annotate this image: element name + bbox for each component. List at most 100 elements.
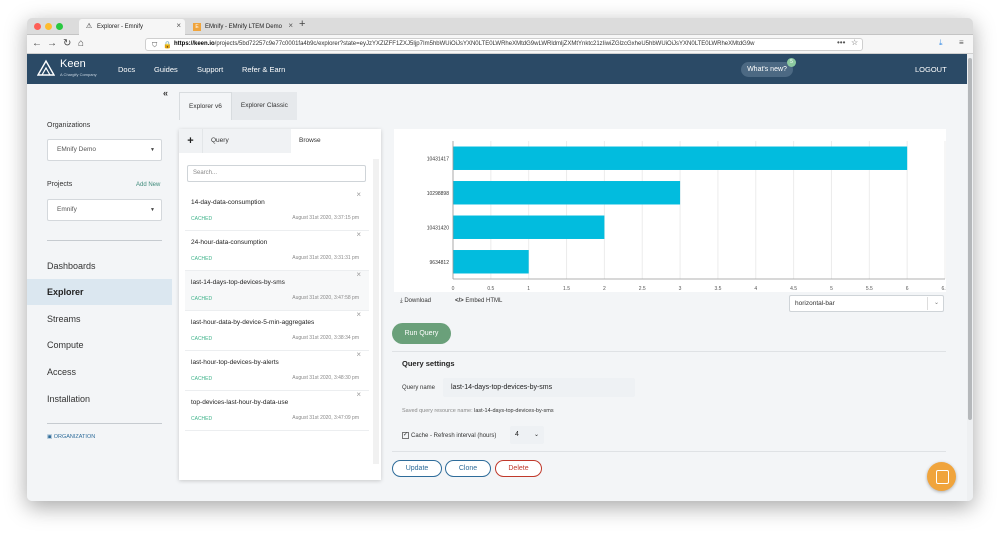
tab-explorer-v6[interactable]: Explorer v6 — [179, 92, 232, 120]
chevron-down-icon: ⌄ — [533, 432, 539, 438]
back-arrow-icon[interactable]: ← — [32, 38, 42, 50]
horizontal-bar-chart: 00.511.522.533.544.555.566.5104314171029… — [427, 141, 949, 292]
whats-new-button[interactable]: What's new? — [741, 62, 793, 77]
minimize-window-button[interactable] — [45, 23, 52, 30]
sidebar-divider — [47, 423, 162, 424]
chart-area: 00.511.522.533.544.555.566.5104314171029… — [394, 129, 949, 292]
query-name: 24-hour-data-consumption — [191, 239, 268, 246]
home-icon[interactable]: ⌂ — [78, 38, 84, 50]
query-name-input[interactable]: last-14-days-top-devices-by-sms — [443, 378, 635, 397]
list-scrollbar[interactable] — [373, 159, 379, 464]
tab-query[interactable]: Query — [203, 129, 291, 153]
run-query-button[interactable]: Run Query — [392, 323, 451, 344]
sidebar-item-streams[interactable]: Streams — [27, 306, 172, 332]
scrollbar-thumb[interactable] — [968, 58, 972, 420]
query-name: last-14-days-top-devices-by-sms — [191, 279, 285, 286]
browser-tab-explorer[interactable]: ⚠ Explorer - Emnify × — [79, 19, 185, 35]
url-host: https://keen.io — [174, 41, 215, 47]
url-field[interactable]: ⛉ 🔒 https://keen.io/projects/5bd72257c9e… — [145, 38, 863, 51]
page-scrollbar[interactable] — [967, 54, 973, 501]
list-item[interactable]: 24-hour-data-consumption CACHED August 31s… — [185, 230, 369, 271]
nav-support[interactable]: Support — [197, 65, 223, 74]
sidebar-item-explorer[interactable]: Explorer — [27, 279, 172, 305]
close-icon[interactable]: × — [356, 270, 361, 279]
sidebar: « Organizations EMnify Demo ▼ Projects A… — [27, 84, 172, 501]
select-separator — [927, 297, 928, 310]
chart-toolbar: ⤓ Download </> Embed HTML horizontal-bar… — [394, 292, 946, 314]
download-icon[interactable]: ⤓ — [939, 38, 943, 48]
add-new-project-link[interactable]: Add New — [136, 182, 160, 188]
close-icon[interactable]: × — [356, 390, 361, 399]
cache-option[interactable]: ✓ Cache - Refresh interval (hours) — [402, 432, 496, 439]
list-item[interactable]: top-devices-last-hour-by-data-use CACHED A… — [185, 390, 369, 431]
bar — [453, 215, 605, 239]
maximize-window-button[interactable] — [56, 23, 63, 30]
list-item[interactable]: last-14-days-top-devices-by-sms CACHED Aug… — [185, 270, 369, 311]
clone-button[interactable]: Clone — [445, 460, 491, 477]
cached-badge: CACHED — [191, 216, 213, 222]
tab-browse[interactable]: Browse — [291, 129, 379, 153]
query-name: last-hour-data-by-device-5-min-aggregate… — [191, 319, 315, 326]
sidebar-item-dashboards[interactable]: Dashboards — [27, 253, 172, 279]
browser-toolbar: ← → ↻ ⌂ ⛉ 🔒 https://keen.io/projects/5bd… — [27, 35, 973, 54]
query-settings-title: Query settings — [402, 359, 455, 368]
project-select[interactable]: Emnify ▼ — [47, 199, 162, 221]
section-divider — [392, 451, 946, 452]
query-date: August 31st 2020, 3:47:58 pm — [292, 295, 359, 301]
organization-value: EMnify Demo — [57, 146, 97, 153]
download-button[interactable]: ⤓ Download — [400, 298, 431, 305]
browser-tab-bar: ⚠ Explorer - Emnify × E EMnify - EMnify … — [27, 18, 973, 35]
close-icon[interactable]: × — [356, 350, 361, 359]
more-options-icon[interactable]: ••• — [837, 38, 845, 47]
close-tab-icon[interactable]: × — [288, 21, 293, 30]
nav-guides[interactable]: Guides — [154, 65, 178, 74]
y-tick-label: 9634812 — [430, 260, 450, 266]
chat-support-button[interactable] — [927, 462, 956, 491]
sidebar-divider — [47, 240, 162, 241]
nav-docs[interactable]: Docs — [118, 65, 135, 74]
code-icon: </> — [455, 298, 466, 304]
sidebar-item-access[interactable]: Access — [27, 359, 172, 385]
refresh-interval-select[interactable]: 4 ⌄ — [510, 426, 544, 444]
cache-checkbox[interactable]: ✓ — [402, 432, 409, 439]
embed-label: Embed HTML — [465, 298, 503, 304]
delete-button[interactable]: Delete — [495, 460, 542, 477]
search-input[interactable]: Search... — [187, 165, 366, 182]
new-tab-button[interactable]: + — [299, 18, 305, 30]
brand-subtitle: A Chargify Company — [60, 72, 97, 77]
tab-explorer-classic[interactable]: Explorer Classic — [231, 92, 297, 120]
menu-icon[interactable]: ≡ — [959, 38, 964, 47]
close-tab-icon[interactable]: × — [176, 21, 181, 30]
reload-icon[interactable]: ↻ — [63, 38, 71, 50]
close-window-button[interactable] — [34, 23, 41, 30]
section-divider — [392, 351, 946, 352]
nav-refer-earn[interactable]: Refer & Earn — [242, 65, 285, 74]
sidebar-item-installation[interactable]: Installation — [27, 386, 172, 412]
close-icon[interactable]: × — [356, 230, 361, 239]
embed-html-button[interactable]: </> Embed HTML — [455, 298, 502, 304]
sidebar-item-compute[interactable]: Compute — [27, 332, 172, 358]
query-date: August 31st 2020, 3:31:31 pm — [292, 255, 359, 261]
query-date: August 31st 2020, 3:47:09 pm — [292, 415, 359, 421]
bookmark-star-icon[interactable]: ☆ — [851, 38, 858, 47]
organization-link[interactable]: ▣ ORGANIZATION — [47, 434, 95, 440]
collapse-sidebar-icon[interactable]: « — [163, 88, 168, 98]
cached-badge: CACHED — [191, 256, 213, 262]
new-query-button[interactable]: + — [179, 129, 203, 153]
organization-select[interactable]: EMnify Demo ▼ — [47, 139, 162, 161]
close-icon[interactable]: × — [356, 310, 361, 319]
emnify-logo-icon: E — [193, 23, 201, 31]
query-name: last-hour-top-devices-by-alerts — [191, 359, 279, 366]
query-name: top-devices-last-hour-by-data-use — [191, 399, 289, 406]
chart-type-select[interactable]: horizontal-bar ⌄ — [789, 295, 944, 312]
browser-tab-emnify[interactable]: E EMnify - EMnify LTEM Demo × — [187, 19, 297, 35]
list-item[interactable]: 14-day-data-consumption CACHED August 31st… — [185, 190, 369, 231]
update-button[interactable]: Update — [392, 460, 442, 477]
close-icon[interactable]: × — [356, 190, 361, 199]
list-item[interactable]: last-hour-top-devices-by-alerts CACHED Aug… — [185, 350, 369, 391]
tab-title: Explorer - Emnify — [97, 24, 144, 30]
logout-link[interactable]: LOGOUT — [915, 65, 947, 74]
forward-arrow-icon[interactable]: → — [47, 38, 57, 50]
list-item[interactable]: last-hour-data-by-device-5-min-aggregate… — [185, 310, 369, 351]
brand-name: Keen — [60, 58, 86, 70]
